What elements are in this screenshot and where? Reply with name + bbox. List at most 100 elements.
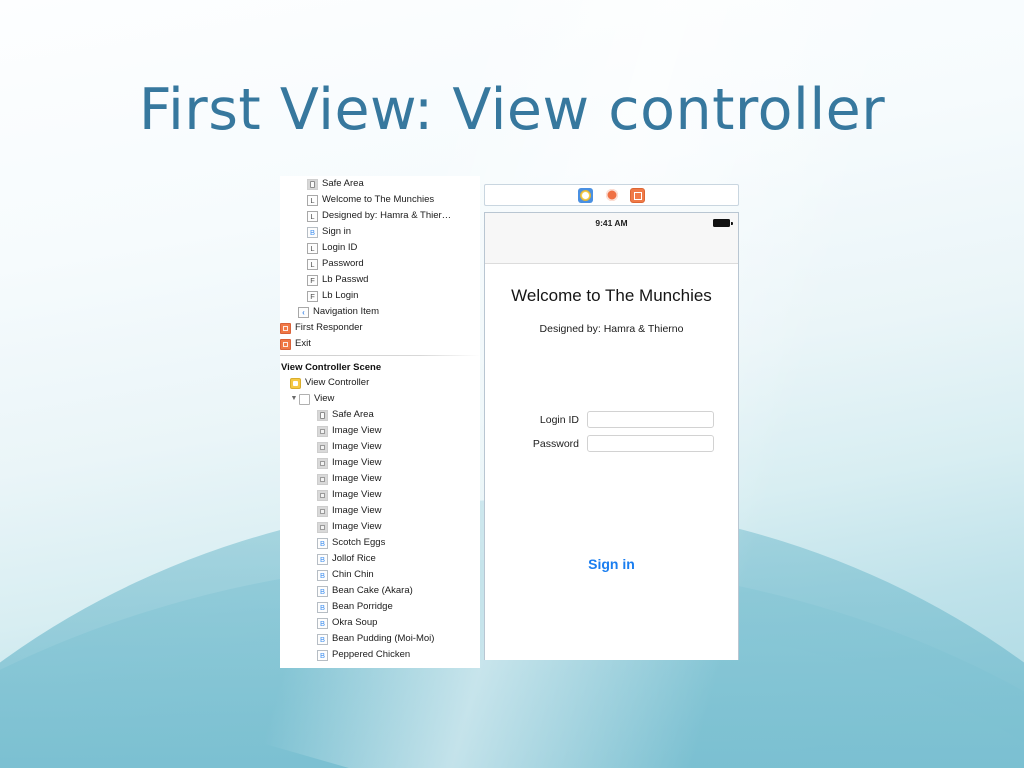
outline-row-label: Password — [322, 258, 364, 269]
status-bar-time: 9:41 AM — [595, 218, 628, 228]
outline-row-label: Scotch Eggs — [332, 537, 386, 548]
outline-row[interactable]: Image View — [280, 503, 480, 519]
label-icon: L — [307, 242, 318, 254]
outline-row[interactable]: B Bean Pudding (Moi-Moi) — [280, 631, 480, 647]
exit-icon — [280, 338, 291, 350]
label-icon: L — [307, 258, 318, 270]
button-icon: B — [317, 601, 328, 613]
outline-row-label: View Controller — [305, 377, 370, 388]
outline-row[interactable]: B Bean Cake (Akara) — [280, 583, 480, 599]
outline-row-label: Image View — [332, 521, 382, 532]
outline-row[interactable]: Image View — [280, 423, 480, 439]
interface-builder-canvas[interactable]: 9:41 AM Welcome to The Munchies Designed… — [483, 176, 744, 668]
outline-row-label: First Responder — [295, 322, 363, 333]
designed-by-label: Designed by: Hamra & Thierno — [539, 323, 684, 335]
outline-scene-list: View Controller ▼ View Safe Area Image View I… — [280, 375, 480, 663]
outline-divider — [280, 355, 480, 356]
outline-row-label: Image View — [332, 505, 382, 516]
outline-row-label: View — [314, 393, 335, 404]
status-bar: 9:41 AM — [485, 213, 738, 233]
outline-row-label: Image View — [332, 425, 382, 436]
outline-row[interactable]: L Login ID — [280, 240, 480, 256]
outline-row-label: Okra Soup — [332, 617, 378, 628]
scene-dock[interactable] — [484, 184, 739, 206]
view-controller-dock-icon[interactable] — [578, 187, 593, 203]
outline-row[interactable]: ▼ View — [280, 391, 480, 407]
button-icon: B — [317, 633, 328, 645]
device-preview: 9:41 AM Welcome to The Munchies Designed… — [484, 212, 739, 660]
button-icon: B — [317, 569, 328, 581]
document-outline-panel[interactable]: Safe Area L Welcome to The Munchies L Design… — [280, 176, 480, 668]
outline-row[interactable]: Image View — [280, 471, 480, 487]
outline-row[interactable]: B Scotch Eggs — [280, 535, 480, 551]
outline-row-label: Designed by: Hamra & Thier… — [322, 210, 452, 221]
outline-row-label: Welcome to The Munchies — [322, 194, 435, 205]
outline-top-list: Safe Area L Welcome to The Munchies L Design… — [280, 176, 480, 352]
outline-row[interactable]: View Controller — [280, 375, 480, 391]
view-icon — [299, 393, 310, 405]
outline-row[interactable]: B Okra Soup — [280, 615, 480, 631]
battery-icon — [713, 219, 733, 227]
text-field-icon: F — [307, 274, 318, 286]
outline-row[interactable]: F Lb Login — [280, 288, 480, 304]
safe-area-icon — [317, 409, 328, 421]
outline-row[interactable]: B Peppered Chicken — [280, 647, 480, 663]
outline-row-label: Jollof Rice — [332, 553, 376, 564]
page-title: First View: View controller — [138, 77, 886, 143]
scene-header-label: View Controller Scene — [281, 361, 382, 373]
scene-header: View Controller Scene — [280, 359, 480, 375]
view-controller-view: Welcome to The Munchies Designed by: Ham… — [485, 264, 738, 660]
password-label: Password — [532, 437, 579, 450]
password-row: Password — [519, 435, 714, 452]
button-icon: B — [317, 617, 328, 629]
outline-row-label: Image View — [332, 473, 382, 484]
button-icon: B — [317, 649, 328, 661]
exit-dock-icon[interactable] — [630, 187, 645, 203]
xcode-screenshot-image: Safe Area L Welcome to The Munchies L Design… — [280, 176, 744, 668]
login-id-label: Login ID — [539, 413, 579, 426]
outline-row[interactable]: Image View — [280, 455, 480, 471]
outline-row[interactable]: ‹ Navigation Item — [280, 304, 480, 320]
outline-row-label: Peppered Chicken — [332, 649, 411, 660]
image-view-icon — [317, 521, 328, 533]
image-view-icon — [317, 457, 328, 469]
outline-row[interactable]: B Jollof Rice — [280, 551, 480, 567]
disclosure-triangle-icon[interactable]: ▼ — [289, 391, 299, 407]
image-view-icon — [317, 505, 328, 517]
outline-row[interactable]: L Password — [280, 256, 480, 272]
outline-row[interactable]: B Chin Chin — [280, 567, 480, 583]
outline-row[interactable]: Image View — [280, 487, 480, 503]
outline-row[interactable]: First Responder — [280, 320, 480, 336]
outline-row[interactable]: F Lb Passwd — [280, 272, 480, 288]
safe-area-icon — [307, 178, 318, 190]
first-responder-dock-icon[interactable] — [604, 188, 619, 203]
view-controller-icon — [290, 377, 301, 389]
sign-in-button[interactable]: Sign in — [485, 556, 738, 572]
outline-row[interactable]: L Welcome to The Munchies — [280, 192, 480, 208]
outline-row[interactable]: Exit — [280, 336, 480, 352]
outline-row[interactable]: Image View — [280, 519, 480, 535]
button-icon: B — [317, 537, 328, 549]
password-field[interactable] — [587, 435, 714, 452]
outline-row[interactable]: B Sign in — [280, 224, 480, 240]
outline-row-label: Login ID — [322, 242, 358, 253]
first-responder-icon — [280, 322, 291, 334]
outline-row[interactable]: Safe Area — [280, 176, 480, 192]
login-id-field[interactable] — [587, 411, 714, 428]
outline-row-label: Image View — [332, 441, 382, 452]
outline-row-label: Image View — [332, 457, 382, 468]
outline-row-label: Bean Cake (Akara) — [332, 585, 413, 596]
image-view-icon — [317, 425, 328, 437]
image-view-icon — [317, 473, 328, 485]
outline-row[interactable]: B Bean Porridge — [280, 599, 480, 615]
outline-row-label: Chin Chin — [332, 569, 374, 580]
welcome-title-label: Welcome to The Munchies — [511, 286, 712, 305]
outline-row[interactable]: L Designed by: Hamra & Thier… — [280, 208, 480, 224]
outline-row-label: Lb Passwd — [322, 274, 369, 285]
image-view-icon — [317, 441, 328, 453]
outline-row-label: Bean Pudding (Moi-Moi) — [332, 633, 435, 644]
outline-row-label: Safe Area — [322, 178, 364, 189]
outline-row[interactable]: Safe Area — [280, 407, 480, 423]
label-icon: L — [307, 210, 318, 222]
outline-row[interactable]: Image View — [280, 439, 480, 455]
